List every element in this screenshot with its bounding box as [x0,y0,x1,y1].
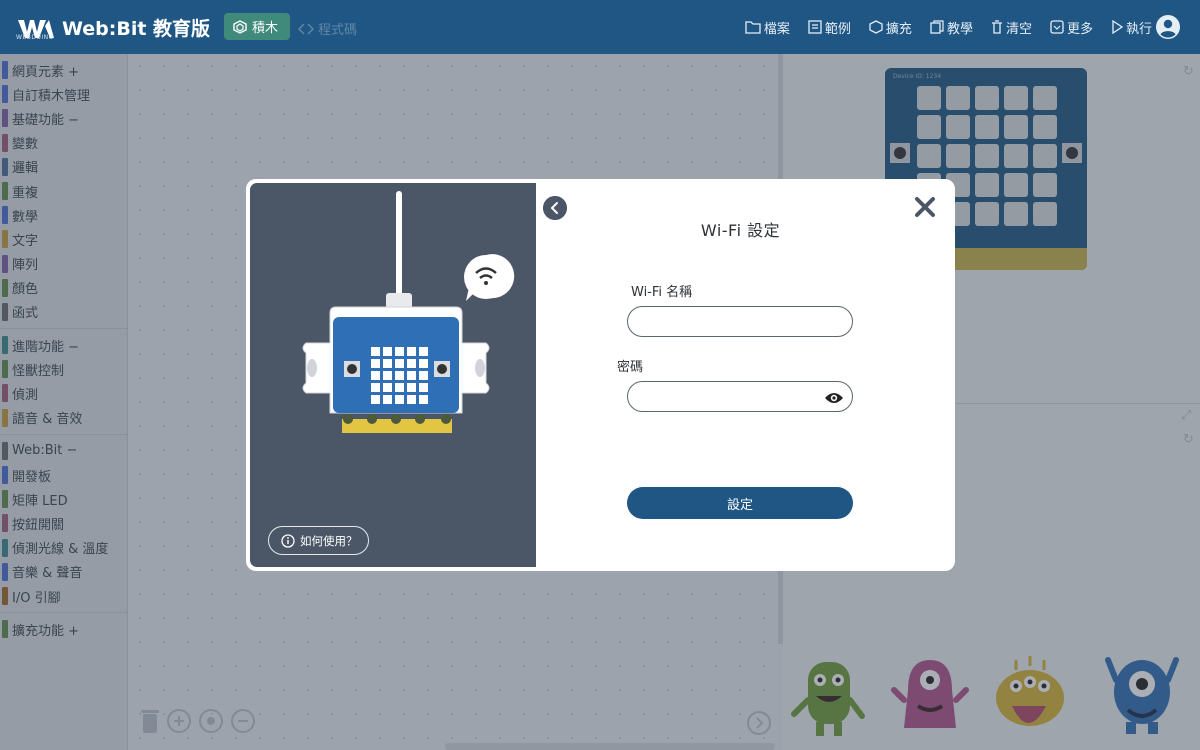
wifi-bubble-icon [464,254,515,301]
submit-settings-button[interactable]: 設定 [627,487,853,519]
menu-file-label: 檔案 [763,21,790,37]
info-icon [281,533,295,548]
wifi-password-input[interactable] [627,381,853,412]
top-header: WEBDUINO Web:Bit 教育版 積木 程式碼 檔案 範例 擴充 教學 [0,0,1200,54]
play-icon [1112,20,1123,34]
list-icon [808,20,822,34]
copy-icon [930,20,944,34]
menu-examples[interactable]: 範例 [808,18,851,37]
extension-icon [869,20,883,34]
menu-run-label: 執行 [1125,21,1152,37]
menu-tutorial[interactable]: 教學 [930,18,973,37]
wifi-ssid-label: Wi-Fi 名稱 [631,285,693,300]
menu-extensions[interactable]: 擴充 [869,18,912,37]
app-title: Web:Bit 教育版 [62,18,211,40]
tab-code-label: 程式碼 [318,23,358,38]
menu-clear-label: 清空 [1005,21,1032,37]
webbit-board-illustration [302,191,515,433]
menu-more[interactable]: 更多 [1050,18,1093,37]
tab-code[interactable]: 程式碼 [298,19,357,38]
wifi-ssid-input[interactable] [627,306,853,337]
blocks-icon [233,19,247,34]
folder-icon [745,21,761,34]
wifi-settings-dialog: 如何使用？ Wi-Fi 設定 Wi-Fi 名稱 密碼 設定 [246,179,955,571]
menu-examples-label: 範例 [824,21,851,37]
code-icon [298,22,314,35]
menu-tutorial-label: 教學 [946,21,973,37]
show-password-eye-icon[interactable] [824,391,844,405]
header-menu: 檔案 範例 擴充 教學 清空 更多 執行 [745,0,1152,54]
dialog-illustration-panel: 如何使用？ [250,183,536,567]
dialog-title: Wi-Fi 設定 [700,221,781,240]
logo-subtitle: WEBDUINO [16,34,54,41]
menu-extensions-label: 擴充 [885,21,912,37]
wifi-password-label: 密碼 [617,360,644,375]
menu-file[interactable]: 檔案 [745,18,790,37]
tab-blocks-label: 積木 [252,21,279,36]
menu-more-label: 更多 [1066,21,1093,37]
how-to-use-label: 如何使用？ [300,533,358,548]
menu-clear[interactable]: 清空 [991,18,1032,37]
trash-icon [991,20,1002,34]
how-to-use-button[interactable]: 如何使用？ [268,526,369,555]
more-box-icon [1050,20,1064,34]
menu-run[interactable]: 執行 [1111,18,1152,37]
user-account-icon[interactable] [1156,15,1180,39]
dialog-form-panel: Wi-Fi 設定 Wi-Fi 名稱 密碼 設定 [536,189,945,561]
tab-blocks[interactable]: 積木 [224,13,290,40]
